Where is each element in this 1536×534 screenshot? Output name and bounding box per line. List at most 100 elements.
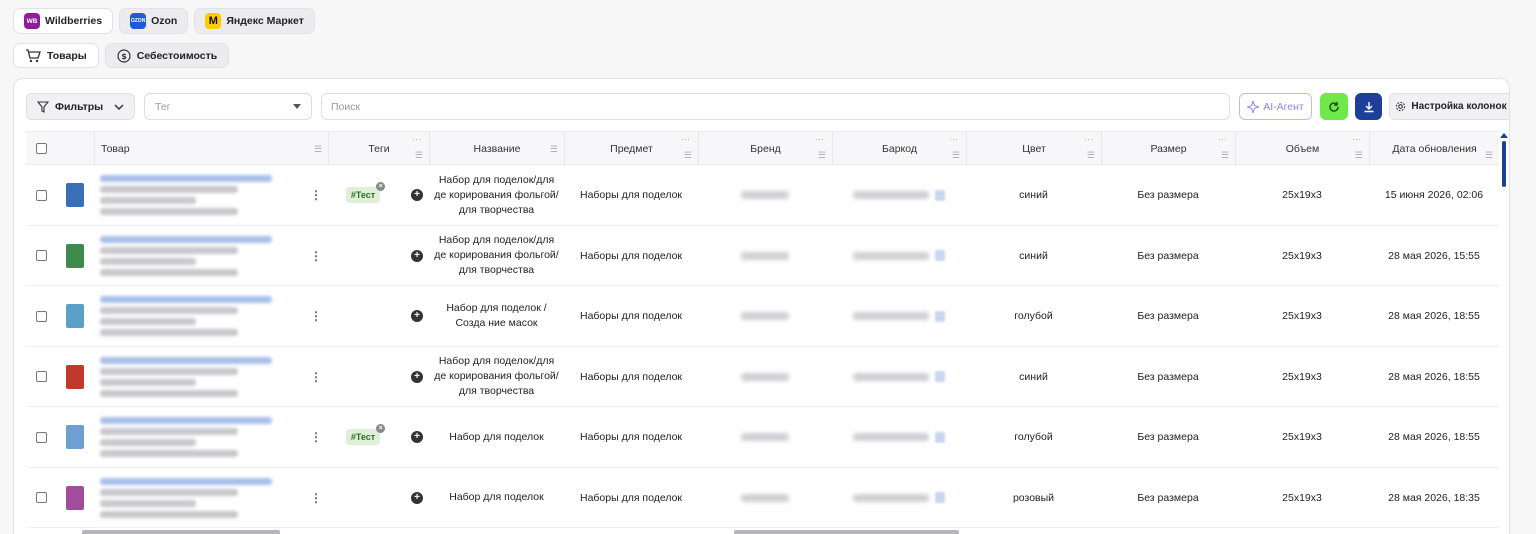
- row-checkbox[interactable]: [35, 189, 47, 201]
- tab-yandex-market[interactable]: M Яндекс Маркет: [194, 8, 315, 34]
- download-button[interactable]: [1355, 93, 1382, 120]
- product-info-cell[interactable]: [100, 468, 300, 528]
- column-more-icon[interactable]: ···: [949, 134, 958, 144]
- row-checkbox[interactable]: [35, 310, 47, 322]
- column-more-icon[interactable]: ···: [412, 134, 421, 144]
- column-menu-icon[interactable]: ☰: [952, 151, 960, 160]
- row-checkbox[interactable]: [35, 250, 47, 261]
- copy-icon[interactable]: [935, 310, 945, 322]
- column-more-icon[interactable]: ···: [681, 134, 690, 144]
- remove-tag-icon[interactable]: ×: [376, 424, 386, 433]
- product-info-cell[interactable]: [100, 407, 300, 467]
- product-thumbnail[interactable]: [66, 425, 84, 449]
- header-barcode[interactable]: Баркод ··· ☰: [832, 132, 966, 165]
- header-product[interactable]: Товар ☰: [94, 132, 328, 165]
- table-row[interactable]: ⋮ + Набор для поделок / Созда ние масок Наб…: [26, 286, 1499, 347]
- header-volume[interactable]: Объем ··· ☰: [1235, 132, 1369, 165]
- ai-agent-button[interactable]: AI-Агент: [1239, 93, 1312, 120]
- copy-icon[interactable]: [935, 431, 945, 443]
- row-menu-icon[interactable]: ⋮: [310, 430, 322, 444]
- row-menu-icon[interactable]: ⋮: [310, 491, 322, 505]
- product-thumbnail[interactable]: [66, 364, 84, 389]
- product-color: голубой: [1014, 310, 1053, 322]
- product-info-cell[interactable]: [100, 165, 300, 225]
- tab-label: Яндекс Маркет: [226, 15, 304, 27]
- column-menu-icon[interactable]: ☰: [684, 151, 692, 160]
- column-menu-icon[interactable]: ☰: [550, 145, 558, 154]
- product-name: Набор для поделок / Созда ние масок: [446, 302, 547, 329]
- tab-wildberries[interactable]: WB Wildberries: [13, 8, 114, 34]
- tag-chip[interactable]: #Тест ×: [345, 424, 386, 445]
- add-tag-icon[interactable]: +: [411, 189, 423, 201]
- horizontal-scrollbar-middle[interactable]: [734, 530, 959, 534]
- name-cell: Набор для поделок/для де корирования фол…: [429, 347, 564, 407]
- header-tags[interactable]: Теги ··· ☰: [328, 132, 429, 165]
- marketplace-tabs: WB Wildberries OZON Ozon M Яндекс Маркет: [13, 8, 315, 34]
- column-more-icon[interactable]: ···: [815, 134, 824, 144]
- header-label: Предмет: [610, 142, 653, 155]
- product-info-cell[interactable]: [100, 226, 300, 286]
- add-tag-icon[interactable]: +: [411, 249, 423, 262]
- product-updated: 28 мая 2026, 18:35: [1388, 491, 1480, 504]
- header-name[interactable]: Название ☰: [429, 132, 564, 165]
- name-cell: Набор для поделок/для де корирования фол…: [429, 226, 564, 286]
- filters-button[interactable]: Фильтры: [26, 93, 135, 120]
- tab-products[interactable]: Товары: [13, 43, 99, 68]
- row-checkbox[interactable]: [35, 492, 47, 503]
- table-row[interactable]: ⋮ + Набор для поделок/для де корирования ф…: [26, 226, 1499, 286]
- row-menu-icon[interactable]: ⋮: [310, 370, 322, 384]
- column-more-icon[interactable]: ···: [1218, 134, 1227, 144]
- tag-select[interactable]: Тег: [144, 93, 312, 120]
- column-more-icon[interactable]: ···: [1084, 134, 1093, 144]
- column-settings-button[interactable]: Настройка колонок: [1389, 93, 1509, 120]
- add-tag-icon[interactable]: +: [411, 310, 423, 322]
- header-subject[interactable]: Предмет ··· ☰: [564, 132, 698, 165]
- product-thumbnail[interactable]: [66, 243, 84, 268]
- add-tag-icon[interactable]: +: [411, 431, 423, 443]
- product-thumbnail[interactable]: [66, 304, 84, 328]
- row-menu-icon[interactable]: ⋮: [310, 309, 322, 323]
- header-updated[interactable]: Дата обновления ☰: [1369, 132, 1499, 165]
- product-info-blurred: [100, 175, 272, 215]
- column-menu-icon[interactable]: ☰: [1087, 151, 1095, 160]
- table-row[interactable]: ⋮ + Набор для поделок/для де корирования ф…: [26, 347, 1499, 407]
- product-thumbnail[interactable]: [66, 485, 84, 510]
- row-checkbox[interactable]: [35, 431, 47, 443]
- tag-chip[interactable]: #Тест ×: [345, 182, 386, 203]
- tab-cost[interactable]: $ Себестоимость: [104, 43, 230, 68]
- copy-icon[interactable]: [935, 250, 945, 261]
- column-menu-icon[interactable]: ☰: [415, 151, 423, 160]
- copy-icon[interactable]: [935, 492, 945, 503]
- vertical-scrollbar[interactable]: [1502, 141, 1506, 187]
- row-menu-icon[interactable]: ⋮: [310, 249, 322, 263]
- row-checkbox[interactable]: [35, 371, 47, 382]
- column-menu-icon[interactable]: ☰: [1485, 151, 1493, 160]
- scroll-up-arrow-icon[interactable]: [1500, 133, 1508, 138]
- column-menu-icon[interactable]: ☰: [1355, 151, 1363, 160]
- copy-icon[interactable]: [935, 371, 945, 382]
- search-input[interactable]: [321, 93, 1230, 120]
- column-menu-icon[interactable]: ☰: [1221, 151, 1229, 160]
- refresh-icon: [1329, 101, 1339, 112]
- table-row[interactable]: ⋮ + Набор для поделок Наборы для поделок роз…: [26, 468, 1499, 528]
- product-info-cell[interactable]: [100, 286, 300, 346]
- header-brand[interactable]: Бренд ··· ☰: [698, 132, 832, 165]
- header-size[interactable]: Размер ··· ☰: [1101, 132, 1235, 165]
- column-more-icon[interactable]: ···: [1352, 134, 1361, 144]
- add-tag-icon[interactable]: +: [411, 370, 423, 383]
- horizontal-scrollbar-left[interactable]: [82, 530, 280, 534]
- column-menu-icon[interactable]: ☰: [314, 145, 322, 154]
- copy-icon[interactable]: [935, 189, 945, 201]
- header-color[interactable]: Цвет ··· ☰: [966, 132, 1101, 165]
- add-tag-icon[interactable]: +: [411, 491, 423, 504]
- product-info-cell[interactable]: [100, 347, 300, 407]
- select-all-checkbox[interactable]: [35, 143, 47, 154]
- tab-ozon[interactable]: OZON Ozon: [119, 8, 189, 34]
- product-thumbnail[interactable]: [66, 183, 84, 207]
- remove-tag-icon[interactable]: ×: [376, 182, 386, 191]
- row-menu-icon[interactable]: ⋮: [310, 188, 322, 202]
- refresh-button[interactable]: [1320, 93, 1348, 120]
- table-row[interactable]: ⋮ #Тест × + Набор для поделок Наборы для поде…: [26, 407, 1499, 468]
- table-row[interactable]: ⋮ #Тест × + Набор для поделок/для де кориров…: [26, 165, 1499, 226]
- column-menu-icon[interactable]: ☰: [818, 151, 826, 160]
